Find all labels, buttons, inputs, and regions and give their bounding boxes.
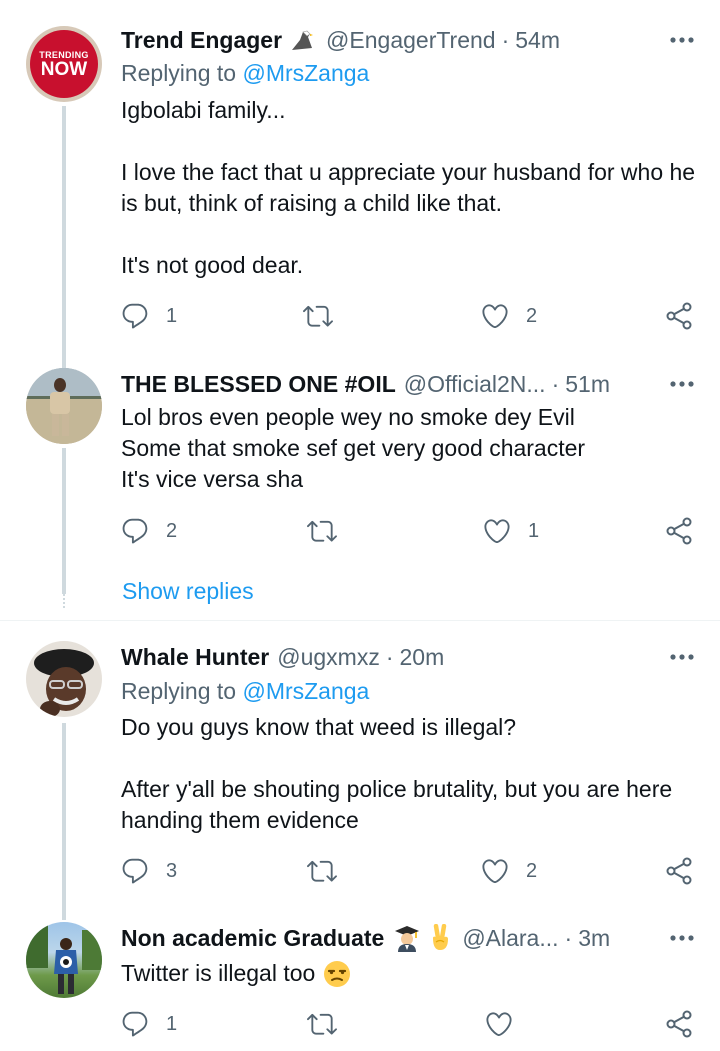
thread-line-top: [62, 360, 66, 368]
tweet-4[interactable]: Non academic Graduate @Alara... · 3m Twi…: [0, 920, 720, 1051]
heart-icon: [480, 301, 510, 331]
timestamp[interactable]: 54m: [515, 27, 560, 54]
reply-button[interactable]: 1: [120, 1008, 177, 1040]
heart-icon: [480, 856, 510, 886]
tweet-header: Trend Engager @EngagerTrend · 54m: [121, 24, 696, 56]
separator-dot: ·: [385, 643, 394, 670]
retweet-icon: [307, 1009, 337, 1039]
reply-icon: [120, 516, 150, 546]
replying-mention-link[interactable]: @MrsZanga: [242, 60, 369, 86]
timestamp[interactable]: 51m: [565, 371, 610, 398]
reply-button[interactable]: 3: [120, 855, 177, 887]
tweet-header: Non academic Graduate @Alara... · 3m: [121, 922, 696, 954]
like-button[interactable]: [484, 1008, 530, 1040]
replying-to: Replying to @MrsZanga: [121, 60, 369, 87]
eagle-icon: [290, 28, 316, 52]
tweet-2[interactable]: THE BLESSED ONE #OIL @Official2N... · 51…: [0, 360, 720, 620]
tweet-header: Whale Hunter @ugxmxz · 20m: [121, 641, 696, 673]
separator-dot: ·: [564, 924, 573, 951]
show-replies-link[interactable]: Show replies: [122, 578, 254, 605]
timestamp[interactable]: 20m: [400, 644, 445, 671]
user-handle[interactable]: @ugxmxz: [277, 644, 380, 671]
share-button[interactable]: [665, 300, 695, 332]
more-options-icon[interactable]: [668, 26, 696, 54]
avatar-badge-small-text: TRENDING: [39, 49, 89, 60]
timestamp[interactable]: 3m: [578, 925, 610, 952]
display-name[interactable]: Non academic Graduate: [121, 925, 384, 952]
unamused-face-emoji-icon: [323, 960, 351, 988]
user-handle[interactable]: @EngagerTrend: [326, 27, 496, 54]
like-count: 1: [528, 519, 540, 542]
like-button[interactable]: 1: [482, 515, 539, 547]
thread-continuation-dots: [63, 578, 65, 608]
replying-label: Replying to: [121, 678, 237, 704]
reply-count: 1: [166, 1012, 178, 1035]
reply-icon: [120, 1009, 150, 1039]
reply-count: 1: [166, 304, 178, 327]
reply-button[interactable]: 2: [120, 515, 177, 547]
tweet-text: Do you guys know that weed is illegal? A…: [121, 714, 673, 833]
separator-dot: ·: [501, 26, 510, 53]
more-options-icon[interactable]: [668, 370, 696, 398]
share-button[interactable]: [665, 1008, 695, 1040]
action-bar: 2 1: [120, 515, 696, 547]
retweet-button[interactable]: [307, 1008, 353, 1040]
separator-dot: ·: [551, 370, 560, 397]
retweet-icon: [307, 856, 337, 886]
heart-icon: [484, 1009, 514, 1039]
user-handle[interactable]: @Official2N...: [404, 371, 546, 398]
tweet-text: Lol bros even people wey no smoke dey Ev…: [121, 404, 586, 492]
thread-line: [62, 723, 66, 920]
avatar-non-academic-graduate[interactable]: [26, 922, 102, 998]
display-name[interactable]: Trend Engager: [121, 27, 282, 54]
tweet-1[interactable]: TRENDING NOW Trend Engager @EngagerTrend…: [0, 0, 720, 360]
user-handle[interactable]: @Alara...: [462, 925, 558, 952]
like-count: 2: [526, 304, 538, 327]
display-name[interactable]: THE BLESSED ONE #OIL: [121, 371, 396, 398]
thread-line: [62, 448, 66, 594]
reply-count: 3: [166, 859, 178, 882]
share-button[interactable]: [665, 855, 695, 887]
retweet-button[interactable]: [307, 855, 353, 887]
reply-icon: [120, 856, 150, 886]
tweet-text: Twitter is illegal too: [121, 960, 316, 986]
share-icon: [665, 516, 695, 546]
avatar-badge-large-text: NOW: [40, 58, 88, 80]
display-name[interactable]: Whale Hunter: [121, 644, 269, 671]
tweet-text: Igbolabi family... I love the fact that …: [121, 97, 696, 278]
tweet-header: THE BLESSED ONE #OIL @Official2N... · 51…: [121, 368, 696, 400]
replying-mention-link[interactable]: @MrsZanga: [242, 678, 369, 704]
victory-hand-icon: [428, 924, 452, 952]
tweet-3[interactable]: Whale Hunter @ugxmxz · 20m Replying to @…: [0, 621, 720, 920]
tweet-text-row: Twitter is illegal too: [121, 958, 700, 989]
reply-icon: [120, 301, 150, 331]
heart-icon: [482, 516, 512, 546]
like-count: 2: [526, 859, 538, 882]
share-icon: [665, 1009, 695, 1039]
retweet-button[interactable]: [303, 300, 349, 332]
share-icon: [665, 856, 695, 886]
replying-label: Replying to: [121, 60, 237, 86]
avatar-whale-hunter[interactable]: [26, 641, 102, 717]
avatar-blessed-one[interactable]: [26, 368, 102, 444]
retweet-button[interactable]: [307, 515, 353, 547]
like-button[interactable]: 2: [480, 855, 537, 887]
avatar-trend-engager[interactable]: TRENDING NOW: [26, 26, 102, 102]
thread-line: [62, 106, 66, 360]
retweet-icon: [303, 301, 333, 331]
retweet-icon: [307, 516, 337, 546]
more-options-icon[interactable]: [668, 924, 696, 952]
reply-count: 2: [166, 519, 178, 542]
graduate-emoji-icon: [394, 924, 420, 952]
share-icon: [665, 301, 695, 331]
replying-to: Replying to @MrsZanga: [121, 678, 369, 705]
action-bar: 3 2: [120, 855, 696, 887]
share-button[interactable]: [665, 515, 695, 547]
action-bar: 1: [120, 1008, 696, 1040]
reply-button[interactable]: 1: [120, 300, 177, 332]
more-options-icon[interactable]: [668, 643, 696, 671]
action-bar: 1 2: [120, 300, 696, 332]
like-button[interactable]: 2: [480, 300, 537, 332]
